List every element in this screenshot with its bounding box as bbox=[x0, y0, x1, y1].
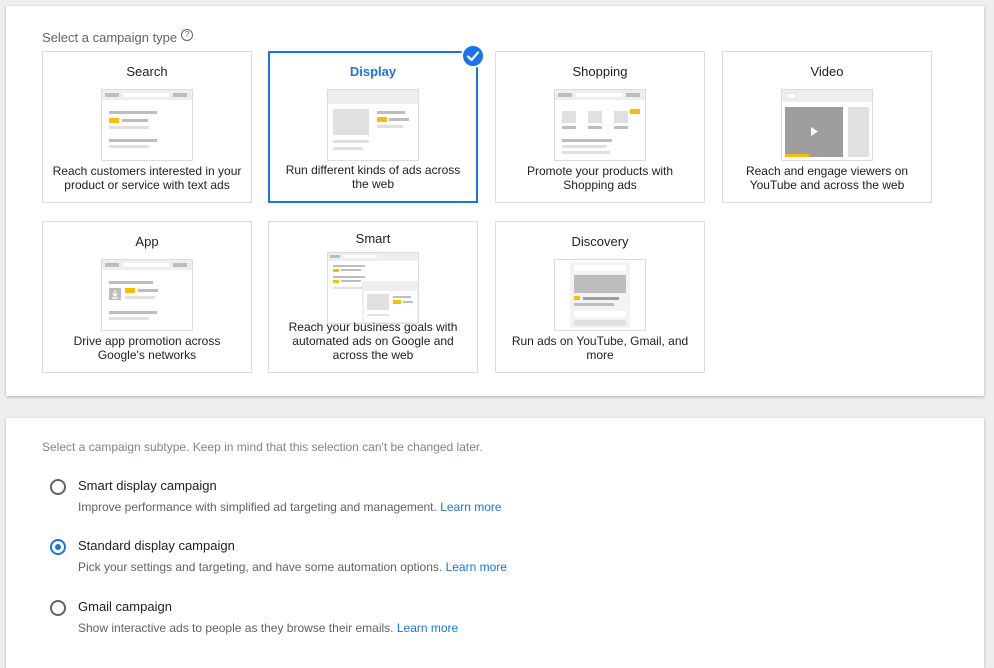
card-title: Display bbox=[349, 64, 397, 79]
learn-more-link[interactable]: Learn more bbox=[397, 621, 458, 635]
campaign-type-card-video[interactable]: Video Reach and engage viewers on YouTub… bbox=[722, 51, 932, 203]
learn-more-link[interactable]: Learn more bbox=[446, 560, 507, 574]
check-circle-icon bbox=[461, 44, 485, 68]
display-illustration bbox=[327, 89, 419, 161]
option-title: Smart display campaign bbox=[78, 478, 217, 493]
option-description: Pick your settings and targeting, and ha… bbox=[78, 560, 507, 574]
option-title: Standard display campaign bbox=[78, 538, 235, 553]
shopping-illustration bbox=[554, 89, 646, 161]
card-title: Smart bbox=[355, 231, 391, 246]
card-description: Run ads on YouTube, Gmail, and more bbox=[511, 334, 689, 362]
campaign-type-card-app[interactable]: App Drive app promotion across Google's … bbox=[42, 221, 252, 373]
campaign-subtype-panel: Select a campaign subtype. Keep in mind … bbox=[6, 418, 984, 668]
campaign-type-card-shopping[interactable]: Shopping Promote your products with Shop… bbox=[495, 51, 705, 203]
campaign-type-panel: Select a campaign type ? Search Reach cu… bbox=[6, 6, 984, 396]
help-circle-icon[interactable]: ? bbox=[181, 28, 194, 41]
video-illustration bbox=[781, 89, 873, 161]
option-description: Show interactive ads to people as they b… bbox=[78, 621, 459, 635]
option-description: Improve performance with simplified ad t… bbox=[78, 500, 502, 514]
campaign-type-card-smart[interactable]: Smart Reach your business goals with aut… bbox=[268, 221, 478, 373]
card-description: Drive app promotion across Google's netw… bbox=[73, 334, 221, 362]
campaign-type-label: Select a campaign type ? bbox=[42, 28, 194, 45]
card-title: Shopping bbox=[572, 64, 628, 79]
card-description: Promote your products with Shopping ads bbox=[526, 164, 674, 192]
card-description: Reach your business goals with automated… bbox=[288, 320, 458, 362]
card-title: Search bbox=[126, 64, 168, 79]
card-description: Reach customers interested in your produ… bbox=[52, 164, 242, 192]
radio-button-checked[interactable] bbox=[50, 539, 66, 555]
card-title: App bbox=[135, 234, 159, 249]
radio-button[interactable] bbox=[50, 479, 66, 495]
learn-more-link[interactable]: Learn more bbox=[440, 500, 501, 514]
option-title: Gmail campaign bbox=[78, 599, 172, 614]
card-description: Run different kinds of ads across the we… bbox=[285, 163, 461, 191]
checkmark-icon bbox=[466, 51, 480, 62]
campaign-type-card-search[interactable]: Search Reach customers interested in you… bbox=[42, 51, 252, 203]
radio-button[interactable] bbox=[50, 600, 66, 616]
discovery-illustration bbox=[554, 259, 646, 331]
smart-illustration bbox=[327, 252, 419, 324]
campaign-type-card-discovery[interactable]: Discovery Run ads on YouTube, Gmail, and… bbox=[495, 221, 705, 373]
card-description: Reach and engage viewers on YouTube and … bbox=[745, 164, 909, 192]
campaign-type-card-display[interactable]: Display Run different kinds of ads acros… bbox=[268, 44, 485, 203]
search-illustration bbox=[101, 89, 193, 161]
card-title: Video bbox=[810, 64, 844, 79]
app-illustration bbox=[101, 259, 193, 331]
campaign-subtype-label: Select a campaign subtype. Keep in mind … bbox=[42, 440, 483, 454]
card-title: Discovery bbox=[571, 234, 629, 249]
